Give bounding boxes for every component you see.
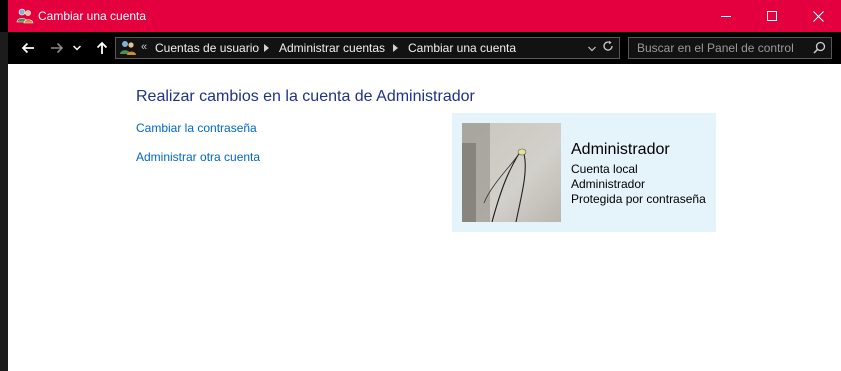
account-type: Cuenta local — [571, 162, 638, 176]
breadcrumb-chevron-icon[interactable] — [264, 43, 269, 55]
title-bar[interactable]: Cambiar una cuenta — [8, 0, 841, 32]
arrow-right-icon — [51, 42, 64, 54]
breadcrumb-chevron-icon[interactable] — [393, 43, 398, 55]
page-heading: Realizar cambios en la cuenta de Adminis… — [136, 88, 475, 105]
up-button[interactable] — [92, 38, 112, 58]
account-card: Administrador Cuenta local Administrador… — [452, 113, 716, 232]
back-button[interactable] — [18, 38, 38, 58]
search-box[interactable] — [628, 37, 832, 59]
maximize-icon — [767, 11, 777, 21]
close-button[interactable] — [795, 0, 841, 32]
desktop-edge-corner — [0, 0, 8, 32]
address-dropdown-icon[interactable] — [588, 39, 596, 57]
account-name: Administrador — [571, 141, 670, 158]
maximize-button[interactable] — [749, 0, 795, 32]
user-accounts-icon — [119, 39, 137, 57]
change-password-link[interactable]: Cambiar la contraseña — [136, 121, 257, 135]
content-area: Realizar cambios en la cuenta de Adminis… — [8, 64, 841, 371]
breadcrumb-overflow[interactable]: « — [141, 41, 147, 53]
desktop-edge — [0, 0, 8, 371]
breadcrumb-administrar-cuentas[interactable]: Administrar cuentas — [279, 41, 385, 55]
recent-locations-button[interactable] — [71, 38, 83, 58]
breadcrumb-cambiar-una-cuenta[interactable]: Cambiar una cuenta — [408, 41, 516, 55]
minimize-icon — [721, 16, 731, 17]
user-accounts-icon — [16, 7, 34, 25]
address-controls — [575, 38, 619, 58]
control-panel-window: Cambiar una cuenta « Cuentas de usuario … — [8, 0, 841, 371]
close-icon — [812, 10, 824, 22]
address-bar[interactable]: « Cuentas de usuario Administrar cuentas… — [115, 37, 620, 59]
refresh-icon[interactable] — [602, 39, 614, 57]
navigation-bar: « Cuentas de usuario Administrar cuentas… — [8, 32, 841, 64]
account-role: Administrador — [571, 177, 646, 191]
account-password-status: Protegida por contraseña — [571, 192, 706, 206]
window-title: Cambiar una cuenta — [38, 9, 147, 23]
arrow-left-icon — [21, 42, 34, 54]
search-icon[interactable] — [813, 41, 826, 59]
arrow-up-icon — [96, 41, 108, 54]
search-input[interactable] — [637, 40, 807, 56]
breadcrumb-cuentas-de-usuario[interactable]: Cuentas de usuario — [155, 41, 259, 55]
minimize-button[interactable] — [703, 0, 749, 32]
forward-button[interactable] — [47, 38, 67, 58]
account-picture[interactable] — [462, 123, 561, 222]
manage-other-account-link[interactable]: Administrar otra cuenta — [136, 150, 260, 164]
chevron-down-icon — [73, 45, 81, 51]
